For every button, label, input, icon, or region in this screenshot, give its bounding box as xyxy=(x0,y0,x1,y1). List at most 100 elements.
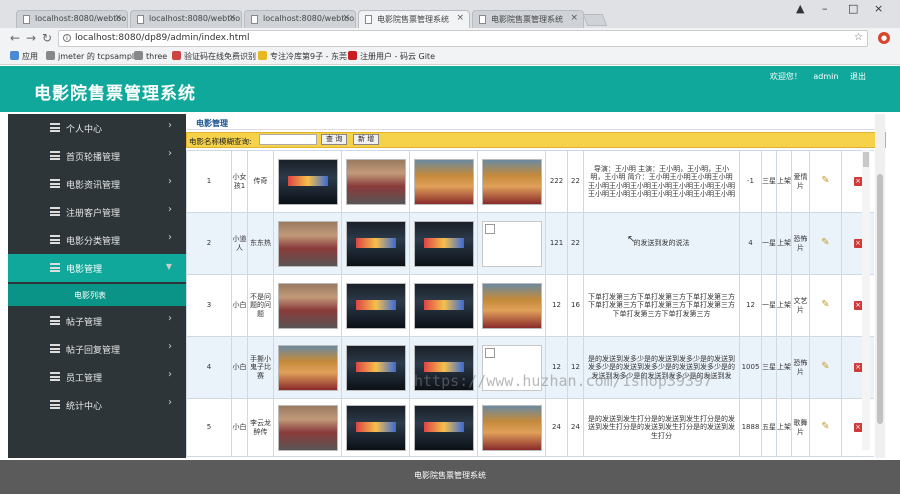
cell-rating: 一星 xyxy=(761,274,777,337)
close-icon[interactable]: × xyxy=(114,13,122,23)
scrollbar-thumb[interactable] xyxy=(877,174,883,424)
add-button[interactable]: 新 增 xyxy=(353,134,380,145)
sidebar-item-stats[interactable]: 统计中心 › xyxy=(8,391,186,419)
bookmark-captcha[interactable]: 验证码在线免费识别 xyxy=(172,51,256,62)
scrollbar-thumb[interactable] xyxy=(863,152,869,167)
sidebar-item-news[interactable]: 电影资讯管理 › xyxy=(8,170,186,198)
close-icon[interactable]: × xyxy=(228,13,236,23)
chevron-right-icon: › xyxy=(168,204,172,215)
browser-tab-4[interactable]: 电影院售票管理系统 × xyxy=(358,10,470,28)
sidebar-item-replies[interactable]: 帖子回复管理 › xyxy=(8,335,186,363)
bookmark-gitee[interactable]: 注册用户 - 码云 Gite xyxy=(348,51,435,62)
search-label: 电影名称模糊查询: xyxy=(189,137,252,146)
close-icon[interactable]: × xyxy=(342,13,350,23)
sidebar-item-label: 电影管理 xyxy=(66,265,103,275)
browser-tab-2[interactable]: localhost:8080/webtoo × xyxy=(130,10,242,28)
bookmark-label: jmeter 的 tcpsample xyxy=(58,52,140,61)
bookmark-label: 注册用户 - 码云 Gite xyxy=(360,52,435,61)
cell-type: 歌舞片 xyxy=(791,398,810,457)
menu-icon xyxy=(50,263,60,272)
bookmark-jmeter[interactable]: jmeter 的 tcpsample xyxy=(46,51,139,62)
cell-image xyxy=(409,212,478,275)
page-icon xyxy=(258,51,267,60)
bookmark-apps[interactable]: 应用 xyxy=(10,51,38,62)
forward-icon[interactable]: → xyxy=(26,31,36,45)
cell-description: 的发送到发的说法 xyxy=(583,212,740,275)
browser-tab-3[interactable]: localhost:8080/webtoo × xyxy=(244,10,356,28)
browser-tab-5[interactable]: 电影院售票管理系统 × xyxy=(472,10,584,28)
table-row: 1 小女孩1 传奇 222 22 导演：王小明 主演：王小明，王小明，王小明，王小明 简介… xyxy=(186,150,874,213)
user-icon[interactable]: ▲ xyxy=(796,2,804,15)
tab-title: localhost:8080/webtoo xyxy=(35,14,127,23)
cell-id: 1 xyxy=(186,150,232,213)
pencil-icon[interactable]: ✎ xyxy=(821,299,829,310)
cell-type: 恐怖片 xyxy=(791,336,810,399)
search-button[interactable]: 查 询 xyxy=(321,134,348,145)
star-icon[interactable]: ☆ xyxy=(854,32,863,43)
welcome-text: 欢迎您！ xyxy=(769,72,802,81)
poster-image xyxy=(277,158,338,205)
bookmark-dongguan[interactable]: 专注冷库第9子 - 东莞 xyxy=(258,51,347,62)
sidebar-item-carousel[interactable]: 首页轮播管理 › xyxy=(8,142,186,170)
cell-image xyxy=(477,150,546,213)
sidebar-item-label: 电影分类管理 xyxy=(66,237,121,247)
reload-icon[interactable]: ↻ xyxy=(42,31,52,45)
cell-name: 小道人 xyxy=(231,212,248,275)
cell-image xyxy=(273,150,342,213)
search-input[interactable] xyxy=(259,134,317,145)
extension-icon[interactable]: ● xyxy=(878,32,890,44)
table-scrollbar[interactable] xyxy=(862,150,870,450)
cell-rating: 一星 xyxy=(761,212,777,275)
pencil-icon[interactable]: ✎ xyxy=(821,237,829,248)
minimize-icon[interactable]: – xyxy=(822,2,828,15)
chevron-right-icon: › xyxy=(168,120,172,131)
cell-edit: ✎ xyxy=(809,212,842,275)
sidebar-item-movies[interactable]: 电影管理 ▼ xyxy=(8,254,186,282)
poster-image xyxy=(277,282,338,329)
cell-price: 4 xyxy=(739,212,762,275)
close-window-icon[interactable]: × xyxy=(874,2,883,15)
apps-icon xyxy=(10,51,19,60)
poster-image xyxy=(481,404,542,451)
sidebar-item-label: 首页轮播管理 xyxy=(66,153,121,163)
browser-tab-strip: localhost:8080/webtoo × localhost:8080/w… xyxy=(0,0,900,28)
new-tab-button[interactable] xyxy=(582,14,608,26)
poster-image xyxy=(413,158,474,205)
sidebar-item-posts[interactable]: 帖子管理 › xyxy=(8,307,186,335)
close-icon[interactable]: × xyxy=(456,13,464,23)
sidebar-item-categories[interactable]: 电影分类管理 › xyxy=(8,226,186,254)
cell-id: 3 xyxy=(186,274,232,337)
cell-count: 222 xyxy=(545,150,568,213)
pencil-icon[interactable]: ✎ xyxy=(821,421,829,432)
info-icon[interactable]: i xyxy=(63,34,71,42)
menu-icon xyxy=(50,372,60,381)
poster-image xyxy=(345,282,406,329)
logout-link[interactable]: 退出 xyxy=(850,72,866,81)
poster-image xyxy=(481,158,542,205)
user-link[interactable]: admin xyxy=(813,72,838,81)
table-row: 5 小白 李云龙醉传 24 24 是的发送到发生打分是的发送到发生打分是的发送到发生打分是… xyxy=(186,398,874,457)
pencil-icon[interactable]: ✎ xyxy=(821,175,829,186)
caret-down-icon: ▼ xyxy=(165,262,172,271)
page-icon xyxy=(251,15,258,24)
chevron-right-icon: › xyxy=(168,341,172,352)
pencil-icon[interactable]: ✎ xyxy=(821,361,829,372)
menu-icon xyxy=(50,123,60,132)
bookmark-three[interactable]: three xyxy=(134,51,167,61)
sidebar-item-customers[interactable]: 注册客户管理 › xyxy=(8,198,186,226)
cell-price: 1888 xyxy=(739,398,762,457)
close-icon[interactable]: × xyxy=(570,13,578,23)
back-icon[interactable]: ← xyxy=(10,31,20,45)
cell-director: 李云龙醉传 xyxy=(247,398,274,457)
page-icon xyxy=(479,15,486,24)
maximize-icon[interactable]: □ xyxy=(848,2,858,15)
page-scrollbar[interactable] xyxy=(875,114,885,458)
cell-image xyxy=(341,398,410,457)
sidebar-subitem-movie-list[interactable]: 电影列表 xyxy=(8,284,186,306)
sidebar-item-staff[interactable]: 员工管理 › xyxy=(8,363,186,391)
sidebar-item-personal[interactable]: 个人中心 › xyxy=(8,114,186,142)
url-input[interactable]: i localhost:8080/dp89/admin/index.html ☆ xyxy=(58,30,868,47)
gitee-icon xyxy=(348,51,357,60)
browser-tab-1[interactable]: localhost:8080/webtoo × xyxy=(16,10,128,28)
cell-count: 12 xyxy=(545,274,568,337)
